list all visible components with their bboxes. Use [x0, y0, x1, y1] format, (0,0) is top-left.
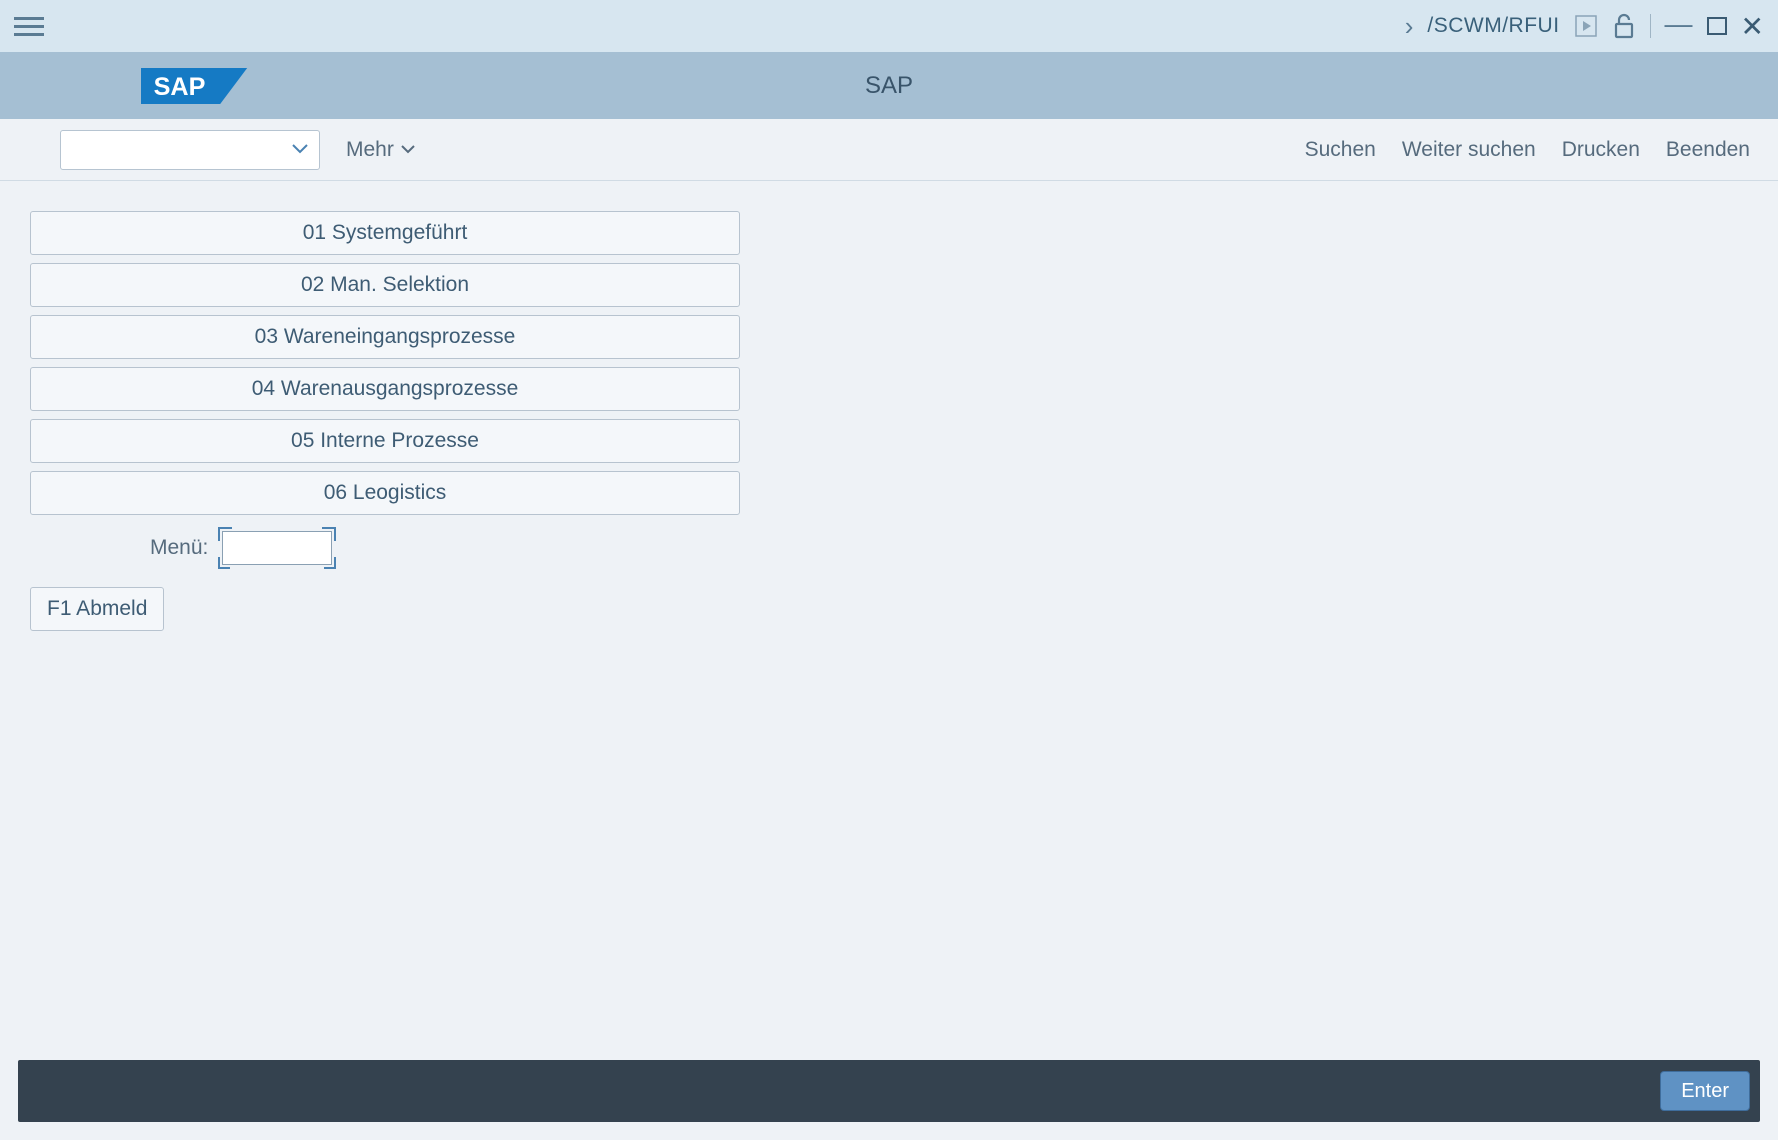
- menu-item-03[interactable]: 03 Wareneingangsprozesse: [30, 315, 740, 359]
- status-bar: Enter: [18, 1060, 1760, 1122]
- maximize-icon[interactable]: [1707, 17, 1727, 35]
- separator: [1650, 14, 1651, 38]
- focus-indicator: [218, 527, 336, 569]
- play-icon[interactable]: [1574, 14, 1598, 38]
- menu-input-row: Menü:: [150, 527, 1756, 569]
- toolbar-link-beenden[interactable]: Beenden: [1666, 138, 1750, 162]
- close-icon[interactable]: ✕: [1741, 10, 1764, 43]
- toolbar-link-weiter-suchen[interactable]: Weiter suchen: [1402, 138, 1536, 162]
- toolbar: Mehr Suchen Weiter suchen Drucken Beende…: [0, 119, 1778, 181]
- unlock-icon[interactable]: [1612, 14, 1636, 38]
- menu-list: 01 Systemgeführt 02 Man. Selektion 03 Wa…: [30, 211, 740, 515]
- menu-input[interactable]: [222, 531, 332, 565]
- chevron-right-icon[interactable]: ›: [1405, 11, 1414, 42]
- svg-text:SAP: SAP: [154, 73, 206, 101]
- menu-icon[interactable]: [14, 11, 44, 41]
- system-bar: › /SCWM/RFUI — ✕: [0, 0, 1778, 52]
- minimize-icon[interactable]: —: [1665, 19, 1693, 33]
- title-band: SAP SAP: [0, 52, 1778, 119]
- page-title: SAP: [865, 72, 913, 100]
- f1-abmeld-button[interactable]: F1 Abmeld: [30, 587, 164, 631]
- main-content: 01 Systemgeführt 02 Man. Selektion 03 Wa…: [0, 181, 1778, 1060]
- menu-item-01[interactable]: 01 Systemgeführt: [30, 211, 740, 255]
- toolbar-link-drucken[interactable]: Drucken: [1562, 138, 1640, 162]
- menu-item-02[interactable]: 02 Man. Selektion: [30, 263, 740, 307]
- menu-item-05[interactable]: 05 Interne Prozesse: [30, 419, 740, 463]
- menu-input-label: Menü:: [150, 536, 208, 560]
- transaction-code: /SCWM/RFUI: [1427, 14, 1559, 38]
- sap-logo: SAP: [140, 59, 250, 113]
- toolbar-link-suchen[interactable]: Suchen: [1305, 138, 1376, 162]
- chevron-down-icon: [291, 139, 309, 160]
- enter-button[interactable]: Enter: [1660, 1071, 1750, 1111]
- menu-item-06[interactable]: 06 Leogistics: [30, 471, 740, 515]
- more-label: Mehr: [346, 138, 394, 162]
- menu-item-04[interactable]: 04 Warenausgangsprozesse: [30, 367, 740, 411]
- command-select[interactable]: [60, 130, 320, 170]
- more-menu[interactable]: Mehr: [346, 138, 416, 162]
- chevron-down-icon: [400, 141, 416, 159]
